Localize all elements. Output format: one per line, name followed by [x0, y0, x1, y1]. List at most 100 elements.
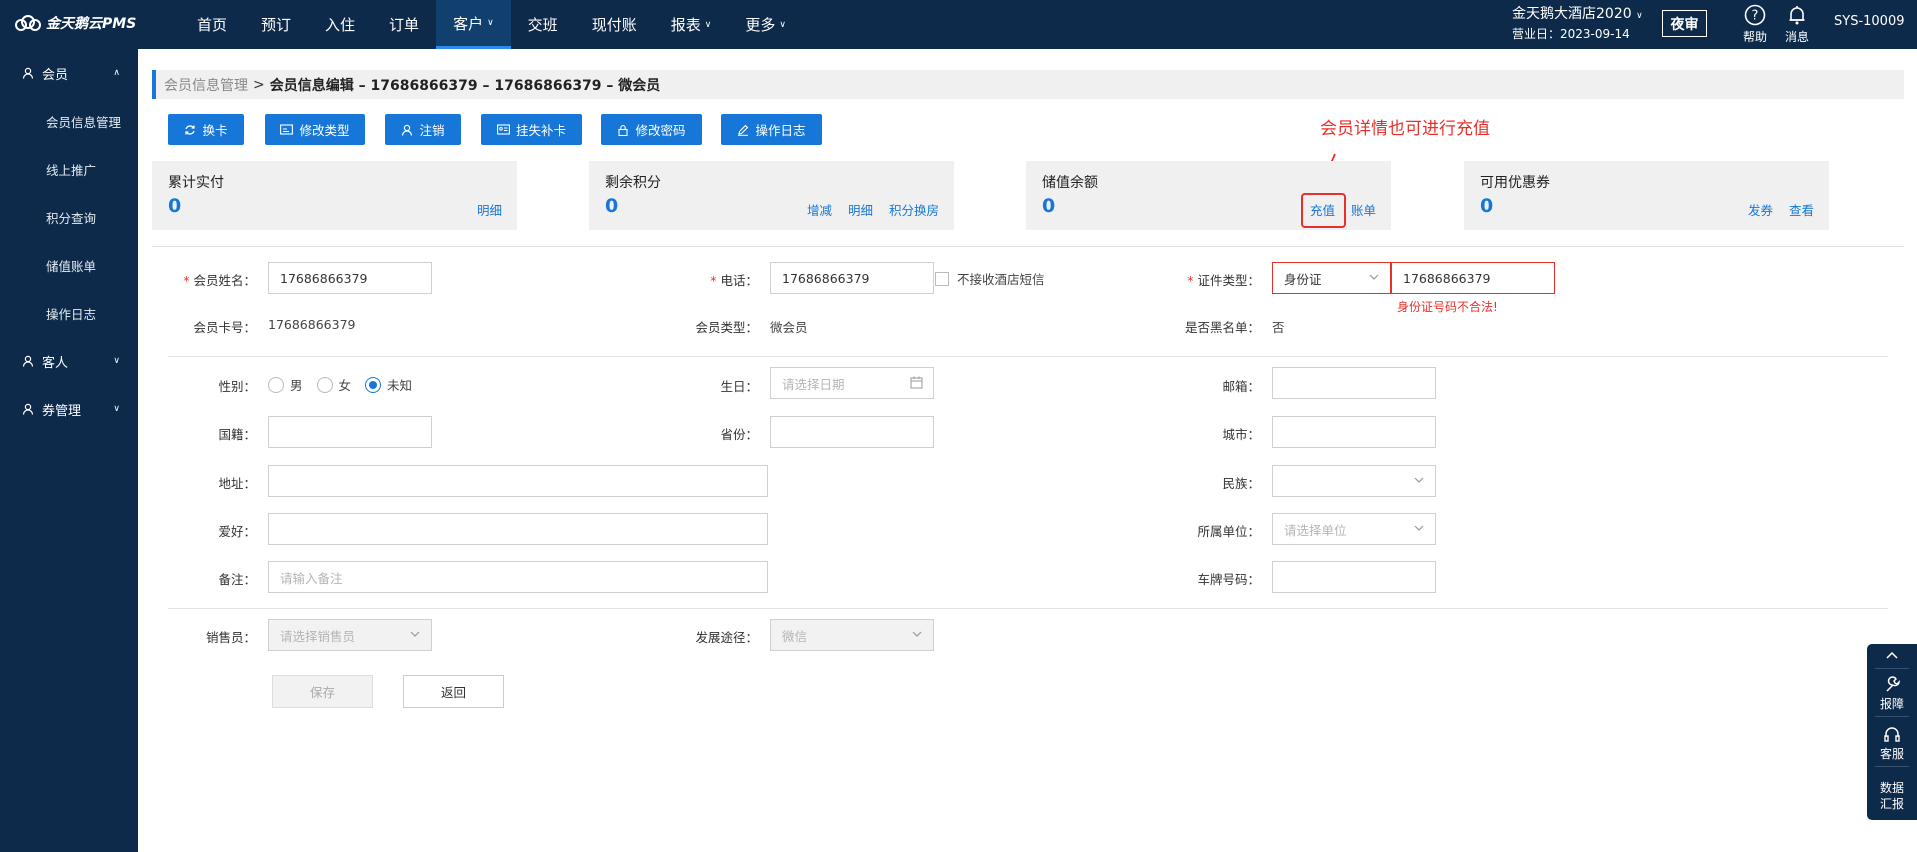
nav-item-label: 订单 — [389, 16, 420, 34]
sidebar-group[interactable]: 客人 ∨ — [0, 337, 138, 385]
help-label: 帮助 — [1742, 30, 1767, 44]
operation-log-button[interactable]: 操作日志 — [721, 114, 822, 145]
save-button[interactable]: 保存 — [272, 675, 373, 708]
nav-item[interactable]: 现付账 — [575, 0, 654, 49]
nav-item[interactable]: 交班 — [511, 0, 575, 49]
data-report-button[interactable]: 数据 汇报 — [1867, 780, 1917, 812]
sidebar-item[interactable]: 积分查询 — [0, 193, 138, 241]
id-type-select[interactable]: 身份证 — [1272, 262, 1391, 294]
member-name-input[interactable]: 17686866379 — [268, 262, 432, 294]
stat-link[interactable]: 积分换房 — [889, 200, 939, 219]
member-type-value: 微会员 — [770, 320, 808, 335]
stat-link[interactable]: 发券 — [1748, 200, 1773, 219]
gender-radio[interactable]: 男 — [268, 375, 303, 394]
scroll-top-button[interactable] — [1867, 648, 1917, 664]
province-input[interactable] — [770, 416, 934, 448]
chevron-up-icon: ∧ — [113, 68, 120, 78]
salesperson-select[interactable]: 请选择销售员 — [268, 619, 432, 651]
chevron-down-icon — [1413, 522, 1425, 534]
plate-input[interactable] — [1272, 561, 1436, 593]
hotel-selector[interactable]: 金天鹅大酒店2020 ∨ 营业日：2023-09-14 — [1512, 5, 1643, 43]
nav-item-label: 交班 — [527, 16, 558, 34]
user-menu[interactable]: SYS-10009 — [1834, 14, 1905, 29]
stat-link[interactable]: 明细 — [477, 200, 502, 219]
change-type-button[interactable]: 修改类型 — [265, 114, 365, 145]
night-audit-button[interactable]: 夜审 — [1662, 10, 1707, 37]
stat-link[interactable]: 增减 — [807, 200, 832, 219]
nav-item[interactable]: 首页 — [180, 0, 244, 49]
stat-link[interactable]: 明细 — [848, 200, 873, 219]
member-type-label: 会员类型： — [695, 320, 758, 335]
blacklist-label: 是否黑名单： — [1184, 320, 1260, 335]
back-button[interactable]: 返回 — [403, 675, 504, 708]
chevron-down-icon: ∨ — [704, 19, 712, 30]
report-label: 报障 — [1879, 697, 1904, 711]
chevron-down-icon: ∨ — [1636, 11, 1643, 21]
nav-item[interactable]: 预订 — [244, 0, 308, 49]
app-logo[interactable]: 金天鹅云PMS — [14, 13, 136, 33]
nav-item-label: 更多 — [745, 16, 776, 34]
gender-option-label: 女 — [338, 378, 352, 393]
email-input[interactable] — [1272, 367, 1436, 399]
sidebar-group[interactable]: 会员 ∧ — [0, 49, 138, 97]
floating-toolbar: 报障 客服 数据 汇报 — [1867, 644, 1917, 820]
stat-label: 累计实付 — [168, 175, 224, 191]
change-card-button[interactable]: 换卡 — [168, 114, 244, 145]
hobby-input[interactable] — [268, 513, 768, 545]
remark-input[interactable]: 请输入备注 — [268, 561, 768, 593]
nav-item[interactable]: 入住 — [308, 0, 372, 49]
gender-radio-group: 男 女 未知 — [268, 375, 426, 394]
radio-dot[interactable] — [365, 376, 382, 393]
gender-radio[interactable]: 未知 — [365, 375, 412, 394]
edit-icon — [737, 124, 749, 136]
channel-select[interactable]: 微信 — [770, 619, 934, 651]
address-input[interactable] — [268, 465, 768, 497]
sidebar-item[interactable]: 操作日志 — [0, 289, 138, 337]
stat-links: 发券 查看 — [1748, 200, 1814, 219]
sidebar-item[interactable]: 线上推广 — [0, 145, 138, 193]
action-label: 操作日志 — [755, 123, 806, 138]
city-input[interactable] — [1272, 416, 1436, 448]
address-label: 地址： — [218, 476, 256, 491]
breadcrumb-parent[interactable]: 会员信息管理 — [164, 75, 248, 95]
stat-link[interactable]: 账单 — [1351, 200, 1376, 219]
id-number-input[interactable]: 17686866379 — [1391, 262, 1555, 294]
company-select[interactable]: 请选择单位 — [1272, 513, 1436, 545]
chevron-down-icon: ∨ — [779, 19, 786, 30]
cancel-member-button[interactable]: 注销 — [385, 114, 461, 145]
hotel-name: 金天鹅大酒店2020 — [1512, 6, 1632, 22]
nationality-input[interactable] — [268, 416, 432, 448]
divider — [1875, 716, 1909, 717]
user-icon — [22, 67, 34, 79]
phone-input[interactable]: 17686866379 — [770, 262, 934, 294]
nav-item[interactable]: 客户 ∨ — [436, 0, 511, 49]
action-label: 注销 — [419, 123, 445, 138]
gender-radio[interactable]: 女 — [316, 375, 352, 394]
id-card-icon — [497, 124, 510, 135]
report-loss-button[interactable]: 挂失补卡 — [481, 114, 582, 145]
messages-button[interactable]: 消息 — [1780, 4, 1814, 45]
stat-card: 可用优惠券 0 发券 查看 — [1464, 161, 1829, 230]
radio-dot[interactable] — [316, 376, 333, 393]
sidebar-item[interactable]: 储值账单 — [0, 241, 138, 289]
no-sms-checkbox[interactable]: 不接收酒店短信 — [935, 269, 1045, 288]
ethnicity-select[interactable] — [1272, 465, 1436, 497]
sidebar-group[interactable]: 券管理 ∨ — [0, 385, 138, 433]
report-issue-button[interactable]: 报障 — [1867, 676, 1917, 712]
card-no-value: 17686866379 — [268, 317, 356, 332]
nav-item[interactable]: 更多 ∨ — [728, 0, 803, 49]
plate-label: 车牌号码： — [1197, 572, 1260, 587]
customer-service-button[interactable]: 客服 — [1867, 726, 1917, 762]
help-button[interactable]: ? 帮助 — [1738, 4, 1772, 45]
nav-item[interactable]: 订单 — [372, 0, 436, 49]
sidebar-item[interactable]: 会员信息管理 — [0, 97, 138, 145]
change-password-button[interactable]: 修改密码 — [601, 114, 702, 145]
stat-links: 明细 — [477, 200, 502, 219]
checkbox-box[interactable] — [935, 271, 949, 286]
lock-icon — [617, 124, 629, 136]
wrench-icon — [1886, 676, 1900, 692]
radio-dot[interactable] — [268, 376, 284, 393]
stat-link[interactable]: 查看 — [1789, 200, 1814, 219]
birthday-picker[interactable]: 请选择日期 — [770, 367, 934, 399]
nav-item[interactable]: 报表 ∨ — [654, 0, 729, 49]
